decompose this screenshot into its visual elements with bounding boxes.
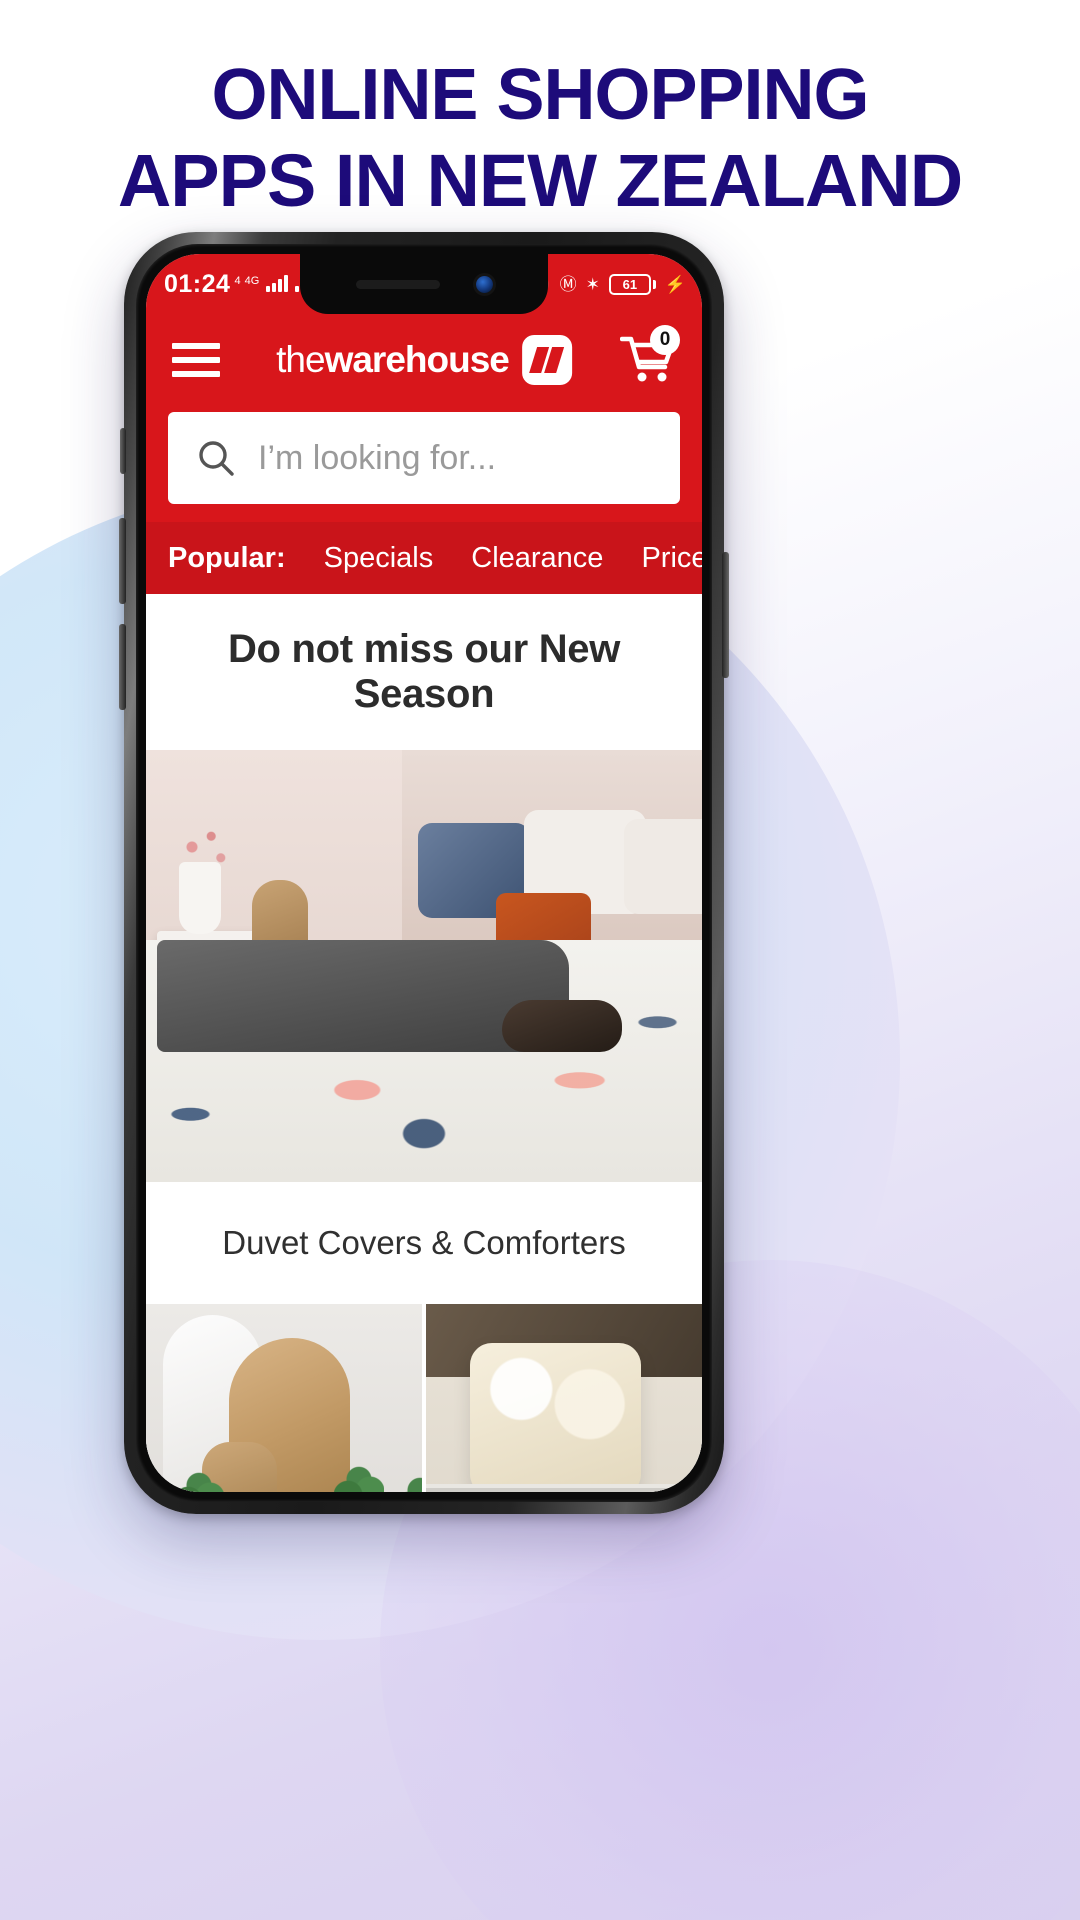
phone-notch (300, 254, 548, 314)
popular-label: Popular: (168, 541, 286, 574)
battery-icon: 61 (608, 273, 656, 295)
hero-pillow-white-2 (624, 819, 702, 915)
signal-bars-icon-1 (266, 274, 289, 292)
phone-screen: 01:24 4 4G KB 🔕 Ⓜ ✶ 61 ⚡ (146, 254, 702, 1492)
hero-flowers (173, 823, 234, 884)
volume-down-button[interactable] (119, 624, 126, 710)
search-placeholder-text: I’m looking for... (258, 438, 497, 477)
volume-up-button[interactable] (119, 518, 126, 604)
brand-mark-icon (521, 335, 572, 385)
category-tile-2[interactable] (426, 1304, 702, 1492)
front-camera-icon (475, 275, 493, 293)
hero-banner-image[interactable] (146, 750, 702, 1182)
page-title: ONLINE SHOPPING APPS IN NEW ZEALAND (0, 52, 1080, 224)
battery-nub (652, 279, 656, 289)
headline-line-1: ONLINE SHOPPING (211, 55, 869, 135)
popular-links-bar: Popular: Specials Clearance Price Drops (146, 522, 702, 594)
phone-bezel: 01:24 4 4G KB 🔕 Ⓜ ✶ 61 ⚡ (136, 244, 712, 1502)
bluetooth-icon: ✶ (585, 274, 600, 294)
shopping-cart-icon[interactable]: 0 (619, 325, 680, 387)
hero-heading: Do not miss our New Season (227, 627, 621, 716)
hamburger-menu-icon[interactable] (172, 343, 220, 377)
status-time: 01:24 (164, 269, 231, 298)
search-input[interactable]: I’m looking for... (168, 412, 680, 504)
network-type-label: 4G (244, 274, 260, 287)
headline-line-2: APPS IN NEW ZEALAND (117, 139, 963, 222)
app-header: thewarehouse 0 (146, 314, 702, 406)
charging-bolt-icon: ⚡ (664, 274, 686, 294)
tile1-buddha-statue (201, 1337, 351, 1492)
popular-link-specials[interactable]: Specials (324, 542, 434, 575)
brand-text-the: the (276, 339, 325, 380)
app-content: Do not miss our New Season Duvet Covers … (146, 594, 702, 1492)
network-prefix-label: 4 (234, 274, 241, 287)
silent-switch[interactable] (120, 428, 126, 474)
phone-mockup: 01:24 4 4G KB 🔕 Ⓜ ✶ 61 ⚡ (119, 232, 729, 1514)
hero-caption[interactable]: Duvet Covers & Comforters (146, 1182, 702, 1304)
search-section: I’m looking for... (146, 406, 702, 522)
tile2-striped-bedding (426, 1484, 702, 1492)
earpiece-speaker (355, 279, 440, 289)
popular-link-price-drops[interactable]: Price Drops (641, 542, 702, 575)
cart-count-badge: 0 (650, 325, 680, 355)
tile2-fur-cushion (470, 1343, 642, 1492)
battery-percent: 61 (608, 273, 651, 295)
lock-icon: Ⓜ (559, 274, 577, 294)
category-tiles (146, 1304, 702, 1492)
search-icon (199, 441, 234, 476)
popular-link-clearance[interactable]: Clearance (471, 542, 603, 575)
category-tile-1[interactable] (146, 1304, 422, 1492)
brand-text-warehouse: warehouse (324, 339, 510, 380)
power-button[interactable] (722, 552, 729, 678)
hero-dog (501, 1000, 622, 1053)
status-bar-right: 🔕 Ⓜ ✶ 61 ⚡ (529, 273, 686, 295)
brand-logo[interactable]: thewarehouse (276, 335, 572, 385)
brand-wordmark: thewarehouse (276, 339, 510, 381)
